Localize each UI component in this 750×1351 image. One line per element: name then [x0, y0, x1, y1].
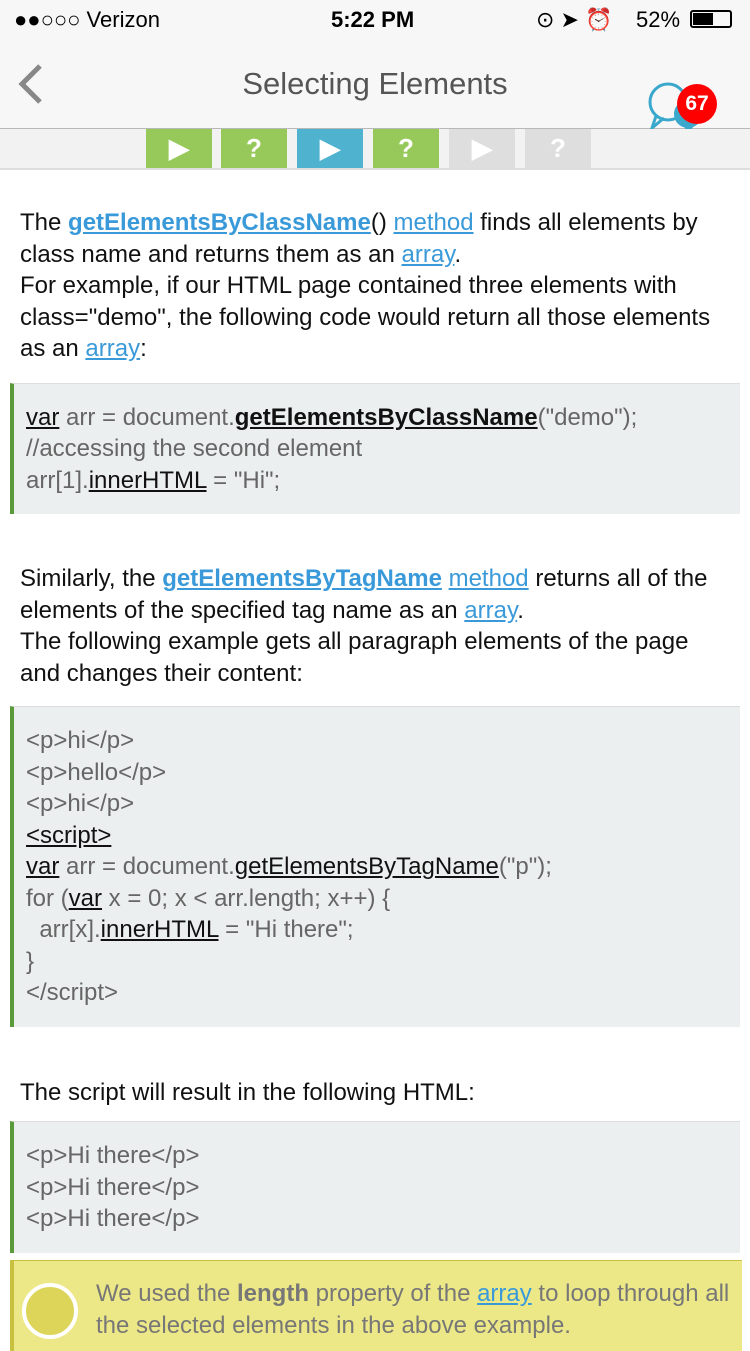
link-array[interactable]: array	[464, 597, 517, 624]
code-block-2: <p>hi</p> <p>hello</p> <p>hi</p> <script> …	[10, 706, 740, 1027]
comments-badge: 67	[677, 84, 717, 124]
tab-lesson-2[interactable]: ▶	[297, 129, 363, 168]
lesson-progress-tabs: ▶ ? ▶ ? ▶ ?	[0, 129, 750, 170]
clock: 5:22 PM	[331, 7, 415, 32]
code-block-3: <p>Hi there</p> <p>Hi there</p> <p>Hi ther…	[10, 1121, 740, 1253]
battery-percent: 52%	[636, 7, 681, 32]
paragraph-3: The script will result in the following …	[20, 1078, 475, 1106]
nav-bar: Selecting Elements 67	[0, 40, 750, 136]
link-array[interactable]: array	[477, 1280, 532, 1307]
lesson-content: The getElementsByClassName() method find…	[0, 207, 750, 1253]
battery-icon	[690, 10, 732, 28]
tab-quiz-1[interactable]: ?	[221, 129, 287, 168]
tab-lesson-3[interactable]: ▶	[449, 129, 515, 168]
status-bar: ●●○○○ Verizon 5:22 PM ⊙ ➤ ⏰ 52%	[0, 0, 750, 40]
link-method[interactable]: method	[394, 209, 474, 236]
tab-quiz-3[interactable]: ?	[525, 129, 591, 168]
link-method[interactable]: method	[449, 565, 529, 592]
link-array[interactable]: array	[85, 335, 140, 362]
status-icons: ⊙ ➤ ⏰	[536, 7, 613, 32]
info-note: We used the length property of the array…	[10, 1260, 742, 1351]
link-getelementsbytagname[interactable]: getElementsByTagName	[162, 565, 442, 592]
paragraph-1: The getElementsByClassName() method find…	[20, 209, 711, 362]
link-array[interactable]: array	[402, 241, 455, 268]
tab-quiz-2[interactable]: ?	[373, 129, 439, 168]
info-icon	[22, 1283, 78, 1339]
code-block-1: var arr = document.getElementsByClassNam…	[10, 382, 740, 514]
page-title: Selecting Elements	[242, 66, 508, 101]
tab-lesson-1[interactable]: ▶	[146, 129, 212, 168]
paragraph-2: Similarly, the getElementsByTagName meth…	[20, 565, 708, 687]
link-getelementsbyclassname[interactable]: getElementsByClassName	[68, 209, 371, 236]
carrier: ●●○○○ Verizon	[14, 7, 160, 32]
